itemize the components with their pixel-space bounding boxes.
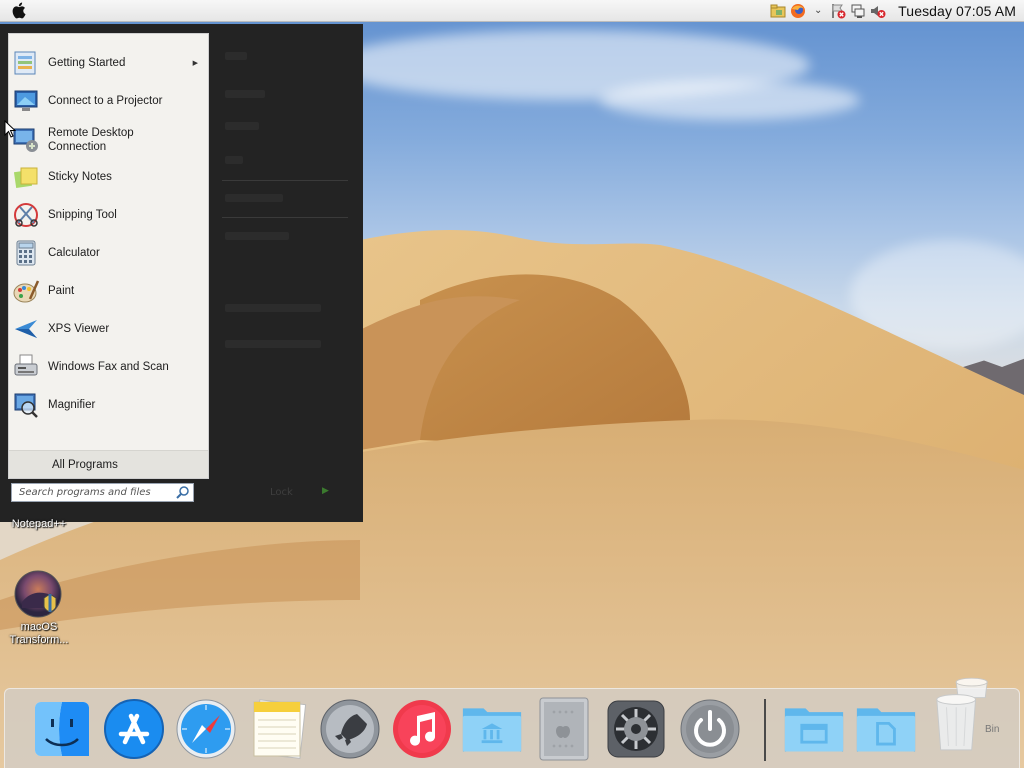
network-folder-icon[interactable] bbox=[770, 3, 786, 19]
shutdown-icon[interactable] bbox=[679, 697, 741, 761]
itunes-icon[interactable] bbox=[391, 697, 453, 761]
program-remote-desktop[interactable]: Remote Desktop Connection bbox=[9, 123, 208, 157]
right-menu-item[interactable] bbox=[225, 304, 321, 312]
macos-transform-icon[interactable] bbox=[14, 570, 64, 623]
right-menu-item[interactable] bbox=[225, 90, 265, 98]
shutdown-options-arrow-icon[interactable]: ▶ bbox=[322, 486, 329, 496]
divider bbox=[222, 217, 348, 218]
dock bbox=[4, 677, 1020, 768]
desktop-icon-macos-transform[interactable]: macOS Transform... bbox=[0, 621, 78, 647]
firefox-icon[interactable] bbox=[790, 3, 806, 19]
start-menu: Getting Started ▶ Connect to a Projector… bbox=[0, 24, 363, 522]
program-snipping-tool[interactable]: Snipping Tool bbox=[9, 199, 208, 231]
submenu-arrow-icon: ▶ bbox=[192, 60, 198, 67]
trash-icon[interactable] bbox=[931, 675, 993, 755]
apple-logo-icon[interactable] bbox=[0, 0, 36, 22]
right-menu-item[interactable] bbox=[225, 194, 283, 202]
chevron-down-icon[interactable]: ⌄ bbox=[810, 3, 826, 19]
network-icon[interactable] bbox=[850, 3, 866, 19]
fax-scan-icon bbox=[10, 351, 42, 383]
desktop-icon-notepadpp[interactable]: Notepad++ bbox=[2, 518, 76, 531]
getting-started-icon bbox=[10, 47, 42, 79]
trash-label: Bin bbox=[985, 724, 1000, 735]
program-getting-started[interactable]: Getting Started ▶ bbox=[9, 47, 208, 79]
clock[interactable]: Tuesday 07:05 AM bbox=[898, 3, 1016, 19]
right-menu-item[interactable] bbox=[225, 232, 289, 240]
paint-icon bbox=[10, 275, 42, 307]
mac-pro-icon[interactable] bbox=[533, 697, 595, 761]
program-fax-scan[interactable]: Windows Fax and Scan bbox=[9, 351, 208, 383]
divider bbox=[222, 180, 348, 181]
action-center-flag-icon[interactable] bbox=[830, 3, 846, 19]
sticky-notes-icon bbox=[10, 161, 42, 193]
search-placeholder: Search programs and files bbox=[19, 487, 151, 498]
applications-folder-icon[interactable] bbox=[461, 697, 523, 761]
mouse-cursor-icon bbox=[4, 120, 16, 138]
program-sticky-notes[interactable]: Sticky Notes bbox=[9, 161, 208, 193]
right-menu-item[interactable] bbox=[225, 156, 243, 164]
program-paint[interactable]: Paint bbox=[9, 275, 208, 307]
magnifier-icon bbox=[10, 389, 42, 421]
menu-bar: ⌄ Tuesday 07:05 AM bbox=[0, 0, 1024, 22]
right-menu-item[interactable] bbox=[225, 52, 247, 60]
launchpad-icon[interactable] bbox=[319, 697, 381, 761]
programs-pane: Getting Started ▶ Connect to a Projector… bbox=[8, 33, 209, 479]
projector-icon bbox=[10, 85, 42, 117]
program-calculator[interactable]: Calculator bbox=[9, 237, 208, 269]
program-connect-projector[interactable]: Connect to a Projector bbox=[9, 85, 208, 117]
notes-icon[interactable] bbox=[247, 697, 309, 761]
finder-icon[interactable] bbox=[31, 697, 93, 761]
all-programs-button[interactable]: All Programs bbox=[9, 450, 208, 478]
program-magnifier[interactable]: Magnifier bbox=[9, 389, 208, 421]
search-input[interactable]: Search programs and files bbox=[11, 483, 194, 502]
snipping-tool-icon bbox=[10, 199, 42, 231]
calculator-icon bbox=[10, 237, 42, 269]
lock-button[interactable]: Lock bbox=[270, 487, 293, 498]
right-menu-item[interactable] bbox=[225, 122, 259, 130]
system-tray: ⌄ Tuesday 07:05 AM bbox=[770, 3, 1024, 19]
system-preferences-icon[interactable] bbox=[605, 697, 667, 761]
volume-muted-icon[interactable] bbox=[870, 3, 886, 19]
documents-folder-icon[interactable] bbox=[855, 697, 917, 761]
downloads-folder-icon[interactable] bbox=[783, 697, 845, 761]
safari-icon[interactable] bbox=[175, 697, 237, 761]
app-store-icon[interactable] bbox=[103, 697, 165, 761]
dock-separator bbox=[764, 699, 766, 761]
search-icon[interactable] bbox=[176, 485, 190, 499]
xps-viewer-icon bbox=[10, 313, 42, 345]
right-menu-item[interactable] bbox=[225, 340, 321, 348]
program-xps-viewer[interactable]: XPS Viewer bbox=[9, 313, 208, 345]
